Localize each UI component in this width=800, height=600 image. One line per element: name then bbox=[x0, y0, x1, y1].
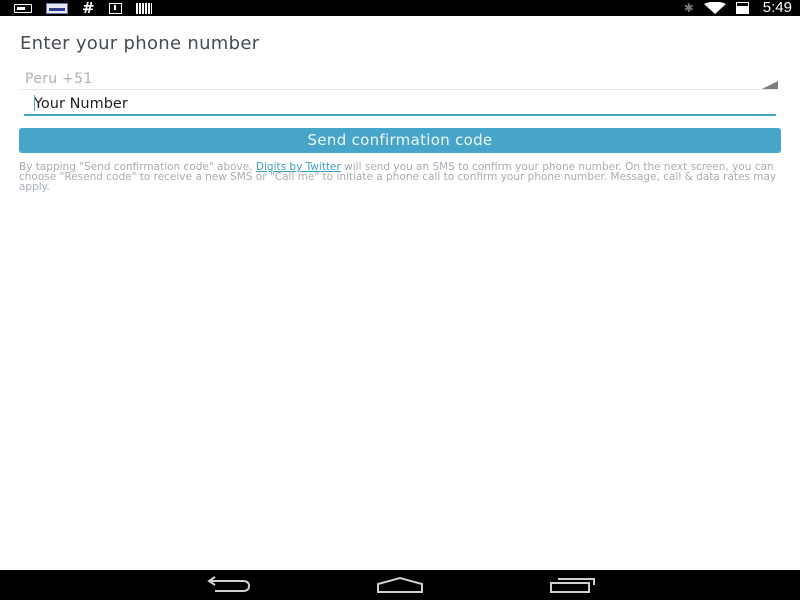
notification-card-icon bbox=[14, 3, 32, 13]
dropdown-arrow-icon bbox=[762, 81, 778, 89]
home-icon bbox=[377, 576, 423, 593]
page-title: Enter your phone number bbox=[20, 33, 260, 54]
wifi-icon bbox=[703, 2, 726, 14]
bluetooth-icon: ✱ bbox=[683, 1, 694, 15]
status-system: ✱ 5:49 bbox=[684, 0, 792, 16]
back-button[interactable] bbox=[198, 574, 258, 596]
phone-number-input[interactable] bbox=[34, 95, 754, 113]
battery-charging-icon bbox=[735, 2, 749, 14]
home-button[interactable] bbox=[370, 574, 430, 596]
navigation-bar bbox=[0, 570, 800, 600]
status-time: 5:49 bbox=[762, 0, 792, 16]
download-icon bbox=[108, 2, 122, 14]
barcode-icon bbox=[135, 2, 152, 14]
news-app-icon bbox=[46, 2, 68, 14]
country-code-dropdown[interactable]: Peru +51 bbox=[20, 68, 778, 90]
recents-icon bbox=[550, 578, 595, 593]
country-code-value: Peru +51 bbox=[25, 71, 93, 87]
recents-button[interactable] bbox=[542, 574, 602, 596]
send-confirmation-code-button[interactable]: Send confirmation code bbox=[19, 128, 781, 153]
disclaimer-text: By tapping "Send confirmation code" abov… bbox=[19, 162, 783, 193]
back-icon bbox=[207, 576, 251, 592]
phone-number-screen: # ✱ 5:49 Enter your phone number Peru +5… bbox=[0, 0, 800, 600]
hashtag-icon: # bbox=[82, 0, 95, 17]
phone-number-field[interactable] bbox=[24, 94, 776, 116]
text-cursor bbox=[34, 95, 35, 111]
status-notifications: # bbox=[14, 0, 152, 16]
status-bar: # ✱ 5:49 bbox=[0, 0, 800, 16]
